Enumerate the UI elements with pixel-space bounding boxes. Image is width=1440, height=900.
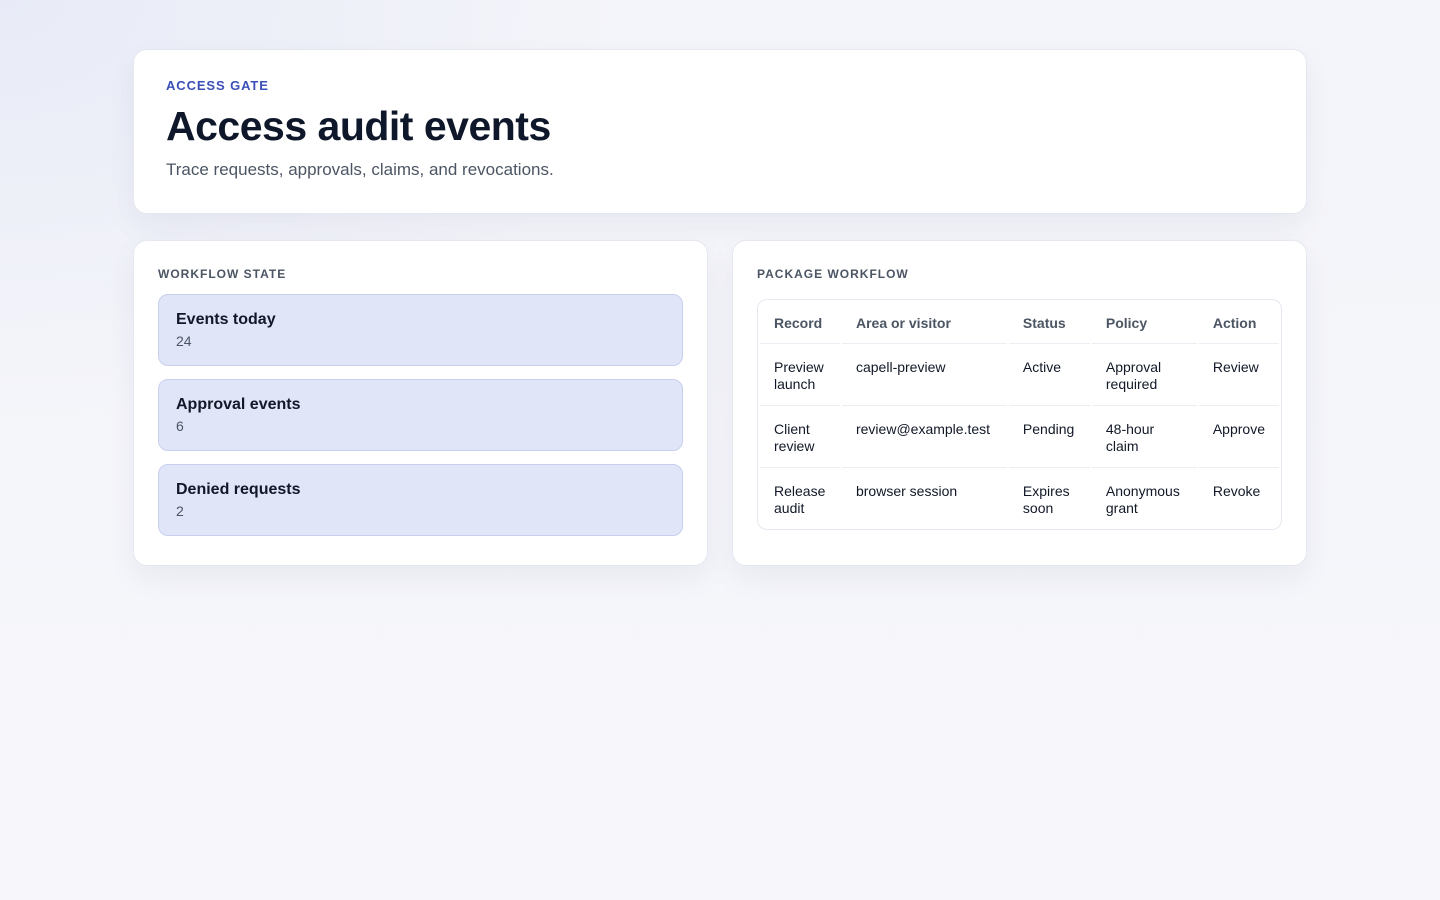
column-header-status: Status	[1008, 300, 1090, 344]
cell-status: Pending	[1008, 406, 1090, 468]
cell-record: Client review	[760, 406, 840, 468]
column-header-record: Record	[760, 300, 840, 344]
cell-action: Revoke	[1212, 483, 1261, 499]
eyebrow: ACCESS GATE	[166, 78, 269, 93]
stat-label: Events today	[176, 311, 276, 328]
column-header-policy: Policy	[1091, 300, 1197, 344]
stat-card-approval-events: Approval events 6	[158, 379, 683, 451]
stat-value: 24	[176, 333, 192, 349]
cell-status: Expires soon	[1022, 483, 1070, 516]
stat-value: 2	[176, 503, 184, 519]
cell-status: Active	[1008, 344, 1090, 406]
table-row: Release audit browser session Expires so…	[760, 468, 1279, 529]
table-header-row: Record Area or visitor Status Policy Act…	[760, 300, 1279, 344]
column-header-action: Action	[1198, 300, 1279, 344]
workflow-state-panel: WORKFLOW STATE Events today 24 Approval …	[133, 240, 708, 566]
workflow-table: Record Area or visitor Status Policy Act…	[758, 300, 1281, 529]
column-header-area: Area or visitor	[841, 300, 1007, 344]
package-workflow-label: PACKAGE WORKFLOW	[757, 267, 909, 281]
cell-area: review@example.test	[841, 406, 1007, 468]
cell-action: Review	[1198, 344, 1279, 406]
page-header: ACCESS GATE Access audit events Trace re…	[133, 49, 1307, 214]
stat-value: 6	[176, 418, 184, 434]
stat-card-denied-requests: Denied requests 2	[158, 464, 683, 536]
stat-label: Denied requests	[176, 481, 301, 498]
cell-policy: Approval required	[1091, 344, 1197, 406]
page-title: Access audit events	[166, 103, 551, 149]
cell-policy: Anonymous grant	[1105, 483, 1180, 516]
workflow-state-label: WORKFLOW STATE	[158, 267, 287, 281]
cell-area: capell-preview	[841, 344, 1007, 406]
table-row: Client review review@example.test Pendin…	[760, 406, 1279, 468]
page-subtitle: Trace requests, approvals, claims, and r…	[166, 160, 554, 180]
cell-area: browser session	[855, 483, 958, 499]
package-workflow-panel: PACKAGE WORKFLOW Record Area or visitor …	[732, 240, 1307, 566]
cell-action: Approve	[1198, 406, 1279, 468]
cell-policy: 48-hour claim	[1091, 406, 1197, 468]
cell-record: Release audit	[774, 483, 826, 516]
cell-record: Preview launch	[760, 344, 840, 406]
stat-card-events-today: Events today 24	[158, 294, 683, 366]
table-row: Preview launch capell-preview Active App…	[760, 344, 1279, 406]
stat-label: Approval events	[176, 396, 301, 413]
workflow-table-container: Record Area or visitor Status Policy Act…	[757, 299, 1282, 530]
